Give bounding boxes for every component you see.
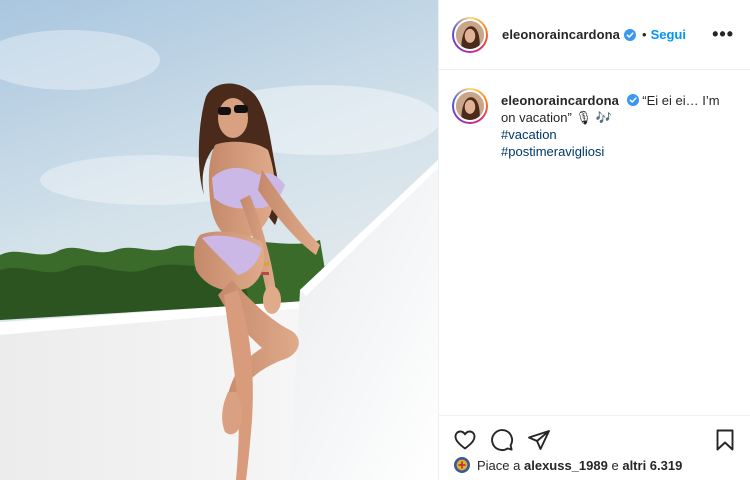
caption-avatar[interactable]	[452, 88, 488, 124]
comment-icon[interactable]	[490, 428, 514, 452]
liker-avatar-icon	[454, 457, 470, 473]
likes-connector: e	[611, 457, 619, 473]
header-meta: eleonoraincardona • Segui	[502, 27, 686, 42]
caption-body: eleonoraincardona “Ei ei ei… I’m on vaca…	[501, 92, 723, 160]
post-side-panel: eleonoraincardona • Segui ••• eleonorain…	[438, 0, 750, 480]
likes-summary: Piace a alexuss_1989 e altri 6.319	[453, 456, 682, 474]
author-avatar[interactable]	[452, 16, 488, 53]
follow-button[interactable]: Segui	[651, 27, 686, 42]
caption-avatar-photo	[456, 92, 484, 120]
instagram-post: eleonoraincardona • Segui ••• eleonorain…	[0, 0, 750, 480]
bookmark-icon[interactable]	[713, 428, 737, 452]
verified-badge-icon	[624, 28, 637, 41]
caption-username[interactable]: eleonoraincardona	[501, 93, 619, 108]
heart-icon[interactable]	[453, 428, 477, 452]
post-photo[interactable]	[0, 0, 438, 480]
avatar-photo	[456, 20, 484, 49]
likes-others[interactable]: altri 6.319	[622, 458, 682, 473]
more-options-icon[interactable]: •••	[712, 25, 734, 43]
post-header: eleonoraincardona • Segui •••	[439, 0, 750, 70]
share-icon[interactable]	[527, 428, 551, 452]
caption-verified-badge-icon	[626, 94, 639, 106]
liker-avatar[interactable]	[453, 456, 471, 474]
hashtag-vacation[interactable]: #vacation	[501, 126, 723, 143]
post-caption: eleonoraincardona “Ei ei ei… I’m on vaca…	[452, 88, 742, 160]
header-separator: •	[642, 27, 647, 42]
hashtag-postimeravigliosi[interactable]: #postimeravigliosi	[501, 143, 723, 160]
liker-username[interactable]: alexuss_1989	[524, 458, 608, 473]
author-username[interactable]: eleonoraincardona	[502, 27, 620, 42]
post-photo-image	[0, 0, 438, 480]
likes-prefix: Piace a	[477, 457, 521, 473]
